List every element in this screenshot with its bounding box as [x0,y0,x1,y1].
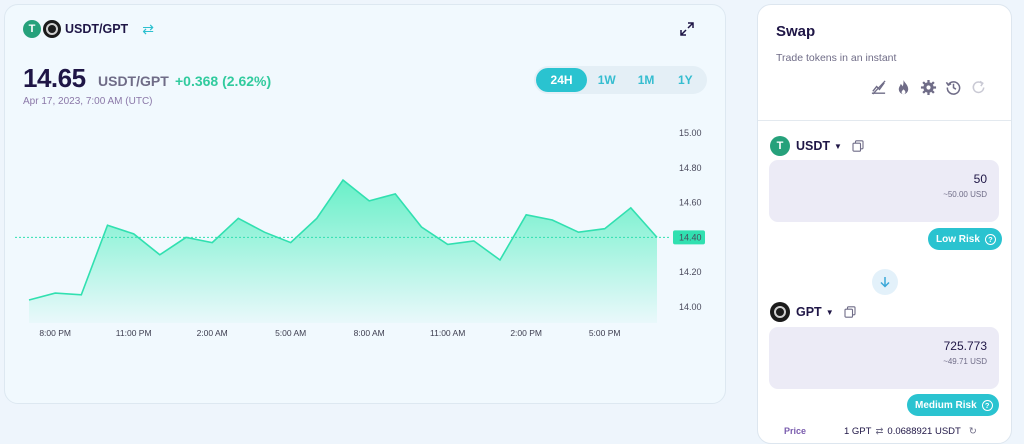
copy-icon[interactable] [844,306,856,318]
to-amount-usd: ~49.71 USD [943,357,987,366]
help-icon: ? [984,233,996,245]
x-tick-label: 2:00 PM [510,328,542,338]
from-amount-usd: ~50.00 USD [943,190,987,199]
x-tick-label: 8:00 PM [39,328,71,338]
x-tick-label: 11:00 PM [116,328,152,338]
swap-panel: Swap Trade tokens in an instant T USDT ▼… [757,4,1012,444]
low-risk-badge[interactable]: Low Risk ? [928,228,1002,250]
chart-card: T USDT/GPT ⇄ 14.65 USDT/GPT +0.368 (2.62… [4,4,726,404]
price-chart: 15.00 14.80 14.60 14.20 14.00 8:00 PM 11:00 P… [15,128,705,338]
x-tick-label: 5:00 AM [275,328,306,338]
current-price-tag-text: 14.40 [679,232,702,242]
y-tick-label: 14.20 [679,267,702,277]
x-tick-label: 5:00 PM [589,328,621,338]
risk-label: Medium Risk [915,399,977,411]
y-tick-label: 14.00 [679,302,702,312]
price-rate-quote: 0.0688921 USDT [887,426,961,437]
chevron-down-icon: ▼ [825,307,834,317]
from-token-symbol: USDT [796,139,831,153]
to-token-symbol: GPT [796,305,822,319]
medium-risk-badge[interactable]: Medium Risk ? [907,394,999,416]
price-label: Price [784,426,807,436]
to-amount-input[interactable]: 725.773 [944,339,987,353]
refresh-icon[interactable]: ↻ [969,426,977,437]
arrow-down-icon [880,277,890,288]
switch-direction-button[interactable] [872,269,898,295]
from-amount-box[interactable]: 50 ~50.00 USD [769,160,999,222]
refresh-icon[interactable] [970,79,987,96]
swap-subtitle: Trade tokens in an instant [776,52,897,64]
gpt-token-icon [770,302,790,322]
price-rate: 1 GPT ⇄ 0.0688921 USDT ↻ [844,426,977,437]
flame-icon[interactable] [895,79,912,96]
from-amount-input[interactable]: 50 [974,172,987,186]
y-tick-label: 14.80 [679,163,702,173]
help-icon: ? [981,399,993,411]
risk-label: Low Risk [936,233,980,245]
x-tick-label: 11:00 AM [430,328,465,338]
to-token-selector[interactable]: GPT ▼ [770,302,856,322]
swap-toolbar [870,79,987,96]
swap-header: Swap Trade tokens in an instant [758,5,1011,121]
to-amount-box[interactable]: 725.773 ~49.71 USD [769,327,999,389]
y-tick-label: 15.00 [679,128,702,138]
chevron-down-icon: ▼ [834,141,842,151]
swap-title: Swap [776,23,816,40]
usdt-token-icon: T [770,136,790,156]
price-area-fill [29,180,657,323]
price-rate-base: 1 GPT [844,426,872,437]
copy-icon[interactable] [852,140,864,152]
x-tick-label: 2:00 AM [197,328,228,338]
from-token-selector[interactable]: T USDT ▼ [770,136,864,156]
y-tick-label: 14.60 [679,198,702,208]
gear-icon[interactable] [920,79,937,96]
chart-toggle-icon[interactable] [870,79,887,96]
swap-rate-icon[interactable]: ⇄ [875,426,883,437]
history-icon[interactable] [945,79,962,96]
x-tick-label: 8:00 AM [354,328,385,338]
